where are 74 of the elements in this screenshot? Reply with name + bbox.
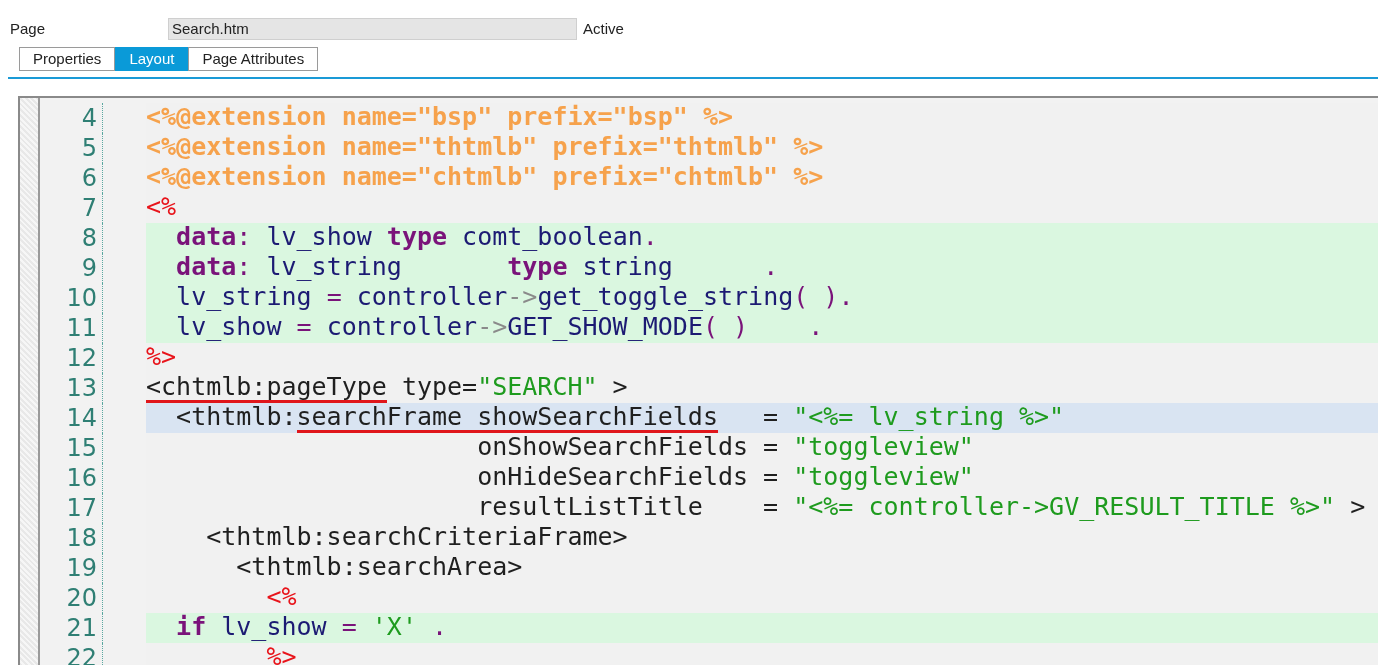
line-number: 21 (66, 613, 97, 643)
code-token: %> (265, 643, 297, 665)
code-token: lv_show (265, 223, 373, 253)
code-token: lv_show (220, 613, 328, 643)
code-token: : (236, 253, 252, 283)
line-number: 4 (81, 103, 97, 133)
code-token: > (611, 373, 628, 403)
code-token: 'X' (370, 613, 418, 643)
code-token: "SEARCH" (477, 373, 598, 403)
line-number: 11 (66, 313, 97, 343)
code-token: onHideSearchFields = (476, 463, 780, 493)
line-number: 7 (81, 193, 97, 223)
code-token: data (175, 253, 237, 283)
status-text: Active (583, 18, 624, 39)
code-token: type= (400, 373, 478, 403)
code-token: "toggleview" (793, 433, 974, 463)
code-token: ( ) . (702, 313, 824, 343)
line-number: 17 (66, 493, 97, 523)
code-token: type (507, 253, 568, 283)
line-number: 5 (81, 133, 97, 163)
code-token: . (763, 253, 779, 283)
line-number: 18 (66, 523, 97, 553)
page-name-field[interactable]: Search.htm (168, 18, 577, 40)
code-token: <% (146, 193, 177, 223)
code-token: type (386, 223, 448, 253)
page-label: Page (10, 18, 47, 39)
tab[interactable]: Properties (19, 47, 116, 71)
code-token: string (581, 253, 674, 283)
line-number: 13 (66, 373, 97, 403)
tab[interactable]: Page Attributes (188, 47, 319, 71)
line-number: 14 (66, 403, 97, 433)
code-token: lv_string (175, 283, 313, 313)
line-number: 8 (81, 223, 97, 253)
code-token: = (326, 283, 342, 313)
line-number: 20 (66, 583, 97, 613)
line-number: 12 (66, 343, 97, 373)
code-token: get_toggle_string (537, 283, 794, 313)
code-token: <thtmlb: (175, 403, 297, 433)
line-number: 10 (66, 283, 97, 313)
code-token: <thtmlb:searchCriteriaFrame> (205, 523, 628, 553)
code-token: <%@extension name="thtmlb" prefix="thtmlb" %> (146, 133, 824, 163)
line-number: 9 (81, 253, 97, 283)
line-number: 16 (66, 463, 97, 493)
code-token: <%@extension name="chtmlb" prefix="chtmlb" %> (146, 163, 824, 193)
code-token: resultListTitle = (476, 493, 780, 523)
code-token: %> (146, 343, 177, 373)
code-token: "<%= lv_string %>" (793, 403, 1065, 433)
code-token: controller (355, 283, 508, 313)
code-token: -> (507, 283, 538, 313)
code-token: <thtmlb:searchArea> (235, 553, 523, 583)
code-token: if (175, 613, 207, 643)
line-number: 19 (66, 553, 97, 583)
code-token: ( ). (793, 283, 854, 313)
code-token: > (1349, 493, 1366, 523)
line-number: 15 (66, 433, 97, 463)
code-token: <%@extension name="bsp" prefix="bsp" %> (146, 103, 733, 133)
code-token: : (236, 223, 252, 253)
code-token: = (296, 313, 312, 343)
code-token: "toggleview" (793, 463, 974, 493)
code-token: lv_show (175, 313, 283, 343)
code-token: controller (325, 313, 478, 343)
code-token: = (341, 613, 357, 643)
code-token: GET_SHOW_MODE (507, 313, 703, 343)
code-token: data (175, 223, 237, 253)
code-token: "<%= controller->GV_RESULT_TITLE %>" (793, 493, 1336, 523)
code-token: <% (265, 583, 297, 613)
line-number: 6 (81, 163, 97, 193)
code-token: lv_string (265, 253, 403, 283)
code-token: = (762, 403, 780, 433)
code-token: -> (477, 313, 508, 343)
code-token: . (642, 223, 658, 253)
code-token: onShowSearchFields = (476, 433, 780, 463)
code-token: comt_boolean (461, 223, 643, 253)
code-token: . (432, 613, 448, 643)
